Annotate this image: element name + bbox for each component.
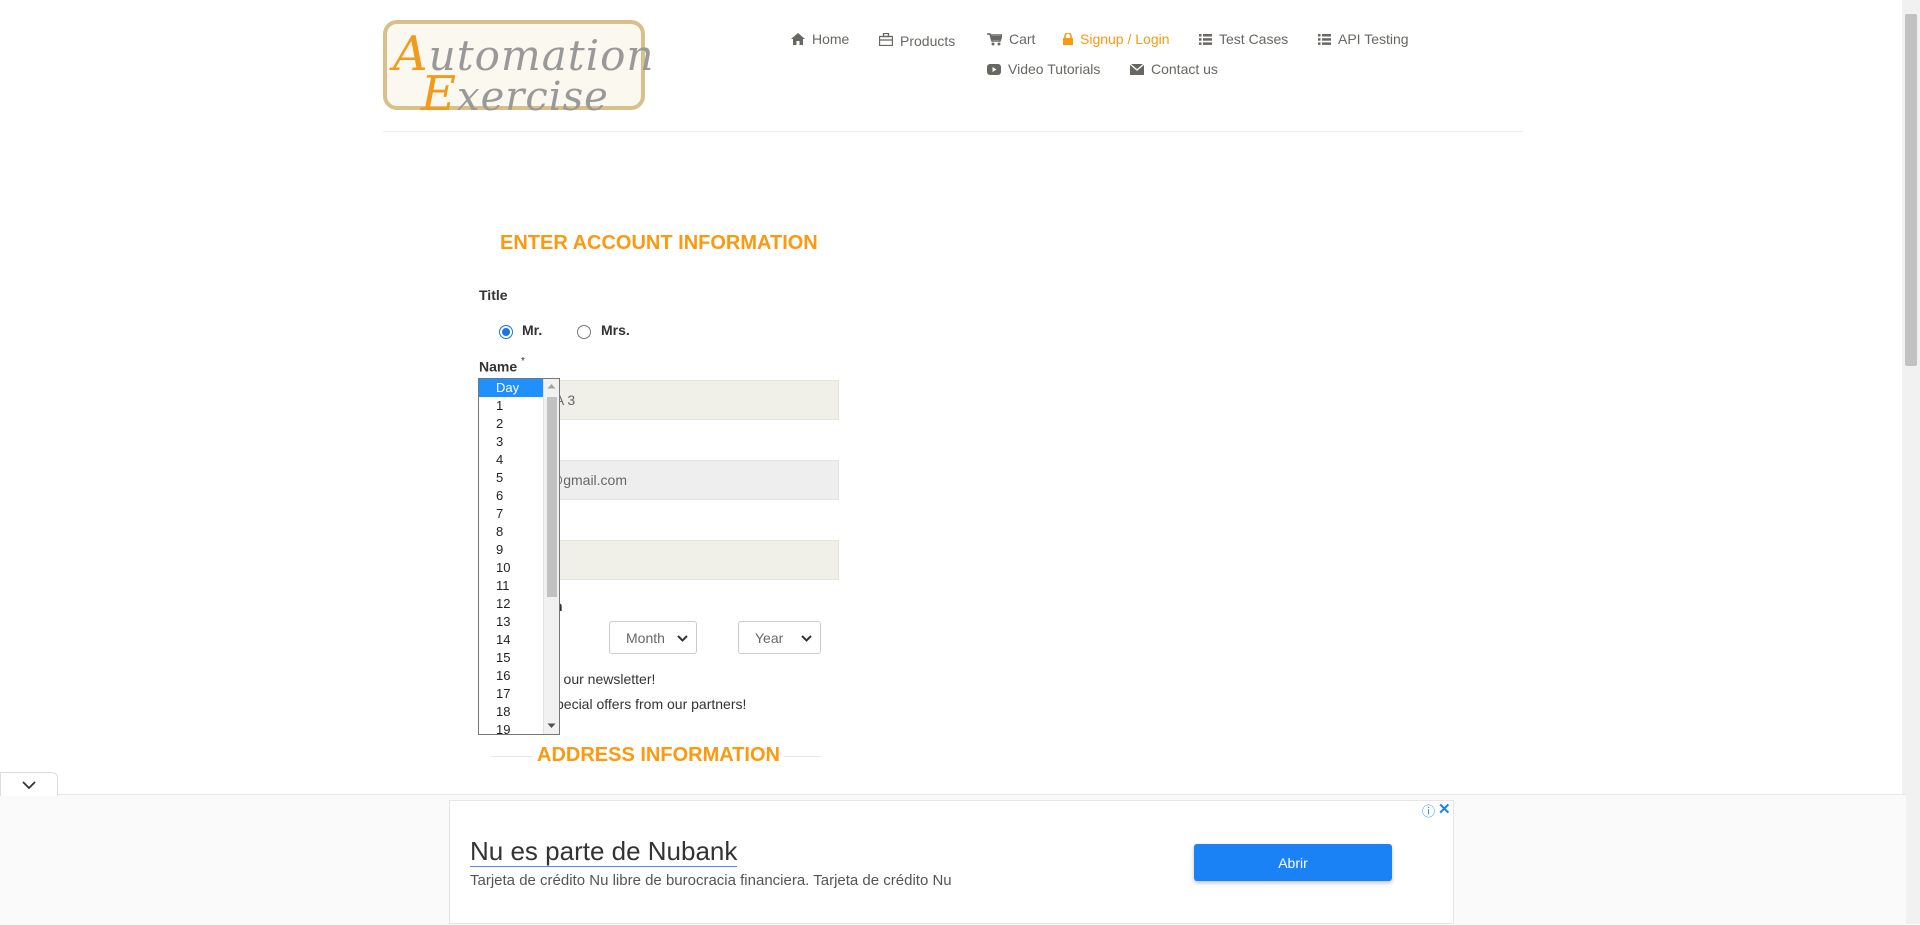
site-logo[interactable]: Automation Exercise xyxy=(383,20,653,118)
nav-cart[interactable]: Cart xyxy=(987,31,1035,47)
home-icon xyxy=(791,33,805,45)
day-option[interactable]: 12 xyxy=(479,595,543,613)
youtube-play-icon xyxy=(987,63,1001,75)
page-scrollbar-thumb[interactable] xyxy=(1905,14,1917,366)
ad-open-button[interactable]: Abrir xyxy=(1194,844,1392,881)
account-info-heading: ENTER ACCOUNT INFORMATION xyxy=(500,232,818,254)
day-option[interactable]: 18 xyxy=(479,703,543,721)
ad-collapse-toggle[interactable] xyxy=(0,772,58,796)
dropdown-scroll-thumb[interactable] xyxy=(547,397,557,597)
briefcase-icon xyxy=(879,32,893,46)
day-option[interactable]: 15 xyxy=(479,649,543,667)
day-option[interactable]: 2 xyxy=(479,415,543,433)
title-mrs-radio[interactable] xyxy=(577,325,591,339)
day-option[interactable]: 3 xyxy=(479,433,543,451)
year-select[interactable]: Year xyxy=(738,621,821,654)
day-dropdown-list[interactable]: Day 1 2 3 4 5 6 7 8 9 10 11 12 13 14 15 16 17 18 19 xyxy=(478,378,560,735)
title-mrs-label[interactable]: Mrs. xyxy=(601,322,630,338)
cart-icon xyxy=(987,32,1002,45)
scroll-up-icon[interactable] xyxy=(547,383,556,389)
day-option[interactable]: 9 xyxy=(479,541,543,559)
ad-title[interactable]: Nu es parte de Nubank xyxy=(470,836,738,867)
newsletter-label[interactable]: r our newsletter! xyxy=(555,671,655,687)
ad-description: Tarjeta de crédito Nu libre de burocraci… xyxy=(470,872,952,889)
chevron-down-icon xyxy=(677,635,688,642)
day-option[interactable]: 19 xyxy=(479,721,543,734)
required-mark: * xyxy=(521,356,525,367)
chevron-down-icon xyxy=(22,781,36,790)
nav-contact-us[interactable]: Contact us xyxy=(1130,61,1218,77)
scroll-down-icon[interactable] xyxy=(547,723,556,729)
special-offers-label[interactable]: pecial offers from our partners! xyxy=(556,696,746,712)
day-option[interactable]: 16 xyxy=(479,667,543,685)
dropdown-scrollbar[interactable] xyxy=(543,379,559,734)
nav-signup-login[interactable]: Signup / Login xyxy=(1063,31,1170,47)
day-option[interactable]: 7 xyxy=(479,505,543,523)
nav-api-testing[interactable]: API Testing xyxy=(1318,31,1409,47)
lock-icon xyxy=(1063,33,1073,45)
day-option[interactable]: 13 xyxy=(479,613,543,631)
nav-home[interactable]: Home xyxy=(791,31,849,47)
chevron-down-icon xyxy=(801,635,812,642)
title-mr-label[interactable]: Mr. xyxy=(522,322,542,338)
day-option[interactable]: 5 xyxy=(479,469,543,487)
nav-products[interactable]: Products xyxy=(879,31,955,49)
nav-test-cases[interactable]: Test Cases xyxy=(1199,31,1288,47)
day-options: Day 1 2 3 4 5 6 7 8 9 10 11 12 13 14 15 16 17 18 19 xyxy=(479,379,543,734)
list-icon xyxy=(1199,33,1212,45)
nav-video-tutorials[interactable]: Video Tutorials xyxy=(987,61,1100,77)
day-option[interactable]: 10 xyxy=(479,559,543,577)
day-option[interactable]: 17 xyxy=(479,685,543,703)
header-divider xyxy=(383,131,1523,132)
title-label: Title xyxy=(479,287,508,303)
title-mr-radio[interactable] xyxy=(499,325,513,339)
day-option[interactable]: 8 xyxy=(479,523,543,541)
address-info-heading: ADDRESS INFORMATION xyxy=(533,744,784,767)
list-icon xyxy=(1318,33,1331,45)
month-select[interactable]: Month xyxy=(609,621,697,654)
day-option[interactable]: 6 xyxy=(479,487,543,505)
ad-close-icon[interactable]: ✕ xyxy=(1438,800,1451,818)
logo-line-2: Exercise xyxy=(421,66,609,122)
day-option[interactable]: 14 xyxy=(479,631,543,649)
name-label: Name * xyxy=(479,356,525,375)
day-option[interactable]: 1 xyxy=(479,397,543,415)
day-option[interactable]: 4 xyxy=(479,451,543,469)
envelope-icon xyxy=(1130,63,1144,75)
day-option[interactable]: Day xyxy=(479,379,543,397)
ad-info-icon[interactable]: ⓘ xyxy=(1422,801,1435,820)
day-option[interactable]: 11 xyxy=(479,577,543,595)
